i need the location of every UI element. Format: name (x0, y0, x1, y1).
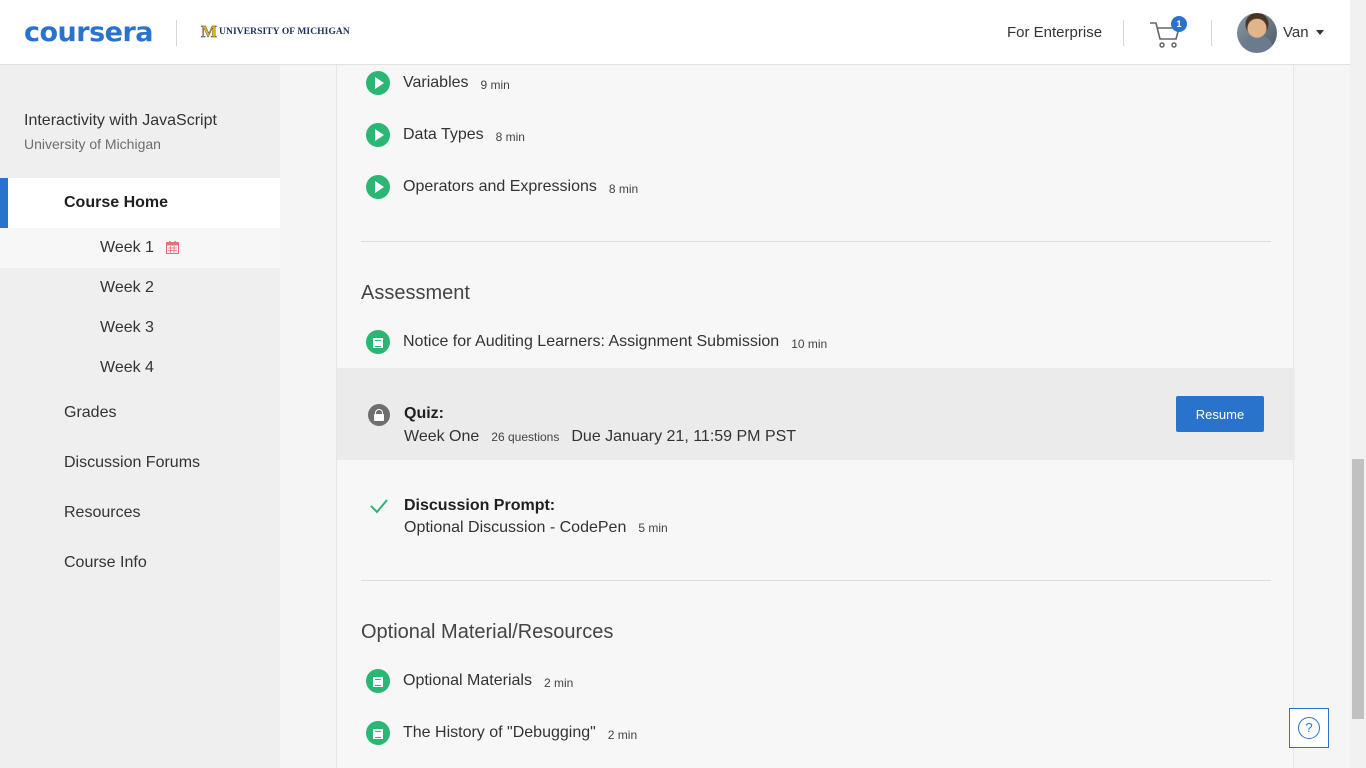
reading-item[interactable]: Optional Materials 2 min (366, 668, 573, 694)
quiz-item[interactable]: Quiz: Week One 26 questions Due January … (337, 368, 1295, 460)
reading-item[interactable]: Notice for Auditing Learners: Assignment… (366, 329, 827, 355)
course-org: University of Michigan (24, 136, 161, 152)
item-title: Data Types (403, 126, 484, 143)
course-title[interactable]: Interactivity with JavaScript (24, 112, 217, 130)
sidebar-item-week-1[interactable]: Week 1 (0, 228, 280, 268)
discussion-details[interactable]: Optional Discussion - CodePen 5 min (404, 519, 668, 537)
header-divider (176, 20, 177, 46)
play-icon (366, 123, 390, 147)
play-icon (366, 175, 390, 199)
item-duration: 10 min (791, 337, 828, 351)
resume-button[interactable]: Resume (1176, 396, 1264, 432)
item-title: Operators and Expressions (403, 178, 597, 195)
sidebar-item-label: Week 4 (100, 359, 154, 376)
lock-icon (368, 404, 390, 426)
reading-icon (366, 330, 390, 354)
sidebar-item-grades[interactable]: Grades (64, 404, 116, 422)
item-duration: 2 min (607, 728, 638, 742)
week-content: Variables 9 min Data Types 8 min Operato… (336, 65, 1295, 768)
discussion-name: Optional Discussion - CodePen (404, 519, 627, 536)
item-title: Variables (403, 74, 469, 91)
quiz-question-count: 26 questions (491, 430, 560, 444)
item-title: The History of "Debugging" (403, 724, 596, 741)
item-duration: 8 min (495, 130, 525, 144)
sidebar-item-course-info[interactable]: Course Info (64, 554, 147, 572)
section-heading-assessment: Assessment (361, 282, 470, 304)
sidebar-item-discussion-forums[interactable]: Discussion Forums (64, 454, 200, 472)
item-title: Notice for Auditing Learners: Assignment… (403, 333, 780, 350)
scrollbar-thumb[interactable] (1352, 459, 1364, 719)
item-title: Optional Materials (403, 672, 532, 689)
calendar-icon (166, 241, 179, 254)
partner-logo[interactable]: M UNIVERSITY OF MICHIGAN (201, 22, 350, 41)
item-duration: 2 min (543, 676, 574, 690)
header-divider (1123, 20, 1124, 46)
quiz-due-date: Due January 21, 11:59 PM PST (571, 428, 797, 445)
item-duration: 5 min (638, 521, 668, 535)
avatar[interactable] (1237, 13, 1277, 53)
sidebar-item-course-home[interactable]: Course Home (0, 178, 280, 228)
reading-icon (366, 721, 390, 745)
help-icon: ? (1298, 717, 1320, 739)
help-button[interactable]: ? (1289, 708, 1329, 748)
play-icon (366, 71, 390, 95)
sidebar-item-week-2[interactable]: Week 2 (0, 268, 280, 308)
lecture-item[interactable]: Variables 9 min (366, 70, 510, 96)
sidebar-item-resources[interactable]: Resources (64, 504, 140, 522)
chevron-down-icon[interactable] (1316, 30, 1324, 35)
header-divider (1211, 20, 1212, 46)
sidebar-item-week-4[interactable]: Week 4 (0, 348, 280, 388)
sidebar-item-week-3[interactable]: Week 3 (0, 308, 280, 348)
quiz-name: Week One (404, 428, 480, 445)
reading-item[interactable]: The History of "Debugging" 2 min (366, 720, 637, 746)
discussion-label[interactable]: Discussion Prompt: (404, 497, 555, 515)
lecture-item[interactable]: Operators and Expressions 8 min (366, 174, 638, 200)
checkmark-icon (370, 499, 388, 514)
lecture-item[interactable]: Data Types 8 min (366, 122, 525, 148)
section-divider (361, 241, 1271, 242)
sidebar-item-label: Week 1 (100, 239, 154, 256)
item-duration: 9 min (480, 78, 510, 92)
cart-count-badge: 1 (1171, 16, 1187, 32)
umich-block-m-icon: M (201, 22, 218, 41)
top-header: coursera M UNIVERSITY OF MICHIGAN For En… (0, 0, 1350, 65)
sidebar-item-label: Course Home (64, 194, 169, 211)
partner-name: UNIVERSITY OF MICHIGAN (219, 27, 350, 37)
user-name[interactable]: Van (1283, 24, 1309, 41)
for-enterprise-link[interactable]: For Enterprise (1007, 24, 1102, 41)
coursera-logo[interactable]: coursera (24, 17, 154, 48)
section-divider (361, 580, 1271, 581)
reading-icon (366, 669, 390, 693)
section-heading-optional: Optional Material/Resources (361, 621, 614, 643)
item-duration: 8 min (608, 182, 639, 196)
sidebar-item-label: Week 3 (100, 319, 154, 336)
quiz-label: Quiz: (404, 405, 444, 422)
sidebar-item-label: Week 2 (100, 279, 154, 296)
course-sidebar: Interactivity with JavaScript University… (0, 65, 280, 768)
quiz-details: Week One 26 questions Due January 21, 11… (404, 428, 796, 446)
